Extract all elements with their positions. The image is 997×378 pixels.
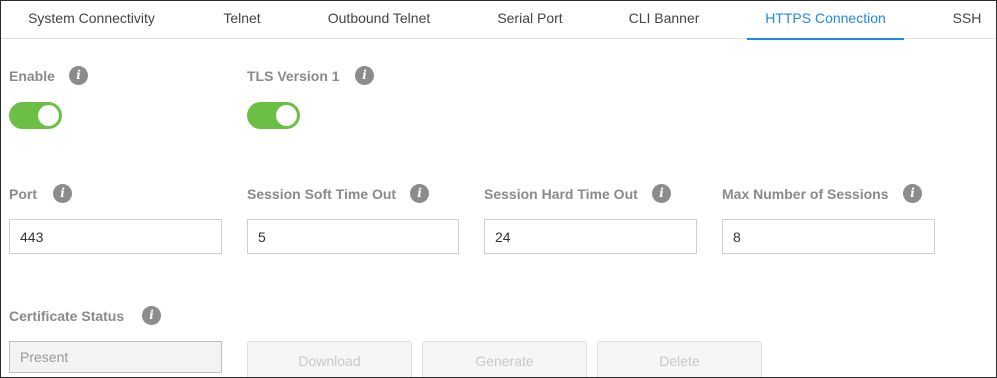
max-sessions-label: Max Number of Sessions: [722, 186, 889, 202]
generate-button[interactable]: Generate: [422, 341, 587, 377]
https-connection-panel: System Connectivity Telnet Outbound Teln…: [0, 0, 997, 378]
port-label: Port: [9, 186, 37, 202]
session-hard-timeout-info-icon[interactable]: i: [652, 184, 671, 203]
tab-ssh[interactable]: SSH: [947, 1, 987, 39]
session-soft-timeout-input[interactable]: [247, 219, 459, 254]
tab-telnet[interactable]: Telnet: [215, 1, 269, 39]
tab-system-connectivity[interactable]: System Connectivity: [23, 1, 160, 39]
port-input[interactable]: [9, 219, 222, 254]
port-info-icon[interactable]: i: [53, 184, 72, 203]
tls-version-1-info-icon[interactable]: i: [355, 66, 374, 85]
tab-bar: System Connectivity Telnet Outbound Teln…: [1, 1, 996, 40]
certificate-status-field: [9, 341, 222, 373]
max-sessions-info-icon[interactable]: i: [903, 184, 922, 203]
tab-outbound-telnet[interactable]: Outbound Telnet: [323, 1, 435, 39]
max-sessions-input[interactable]: [722, 219, 935, 254]
enable-info-icon[interactable]: i: [69, 66, 88, 85]
enable-label: Enable: [9, 68, 55, 84]
tab-cli-banner[interactable]: CLI Banner: [625, 1, 703, 39]
enable-toggle[interactable]: [9, 102, 62, 129]
download-button[interactable]: Download: [247, 341, 412, 377]
session-soft-timeout-label: Session Soft Time Out: [247, 186, 397, 202]
session-hard-timeout-input[interactable]: [484, 219, 697, 254]
toggle-knob: [276, 105, 297, 126]
tls-version-1-label: TLS Version 1: [247, 68, 340, 84]
tab-https-connection[interactable]: HTTPS Connection: [747, 1, 904, 40]
tab-serial-port[interactable]: Serial Port: [494, 1, 566, 39]
certificate-status-label: Certificate Status: [9, 308, 125, 324]
toggle-knob: [38, 105, 59, 126]
session-soft-timeout-info-icon[interactable]: i: [410, 184, 429, 203]
tls-version-1-toggle[interactable]: [247, 102, 300, 129]
delete-button[interactable]: Delete: [597, 341, 762, 377]
certificate-status-info-icon[interactable]: i: [142, 306, 161, 325]
session-hard-timeout-label: Session Hard Time Out: [484, 186, 638, 202]
